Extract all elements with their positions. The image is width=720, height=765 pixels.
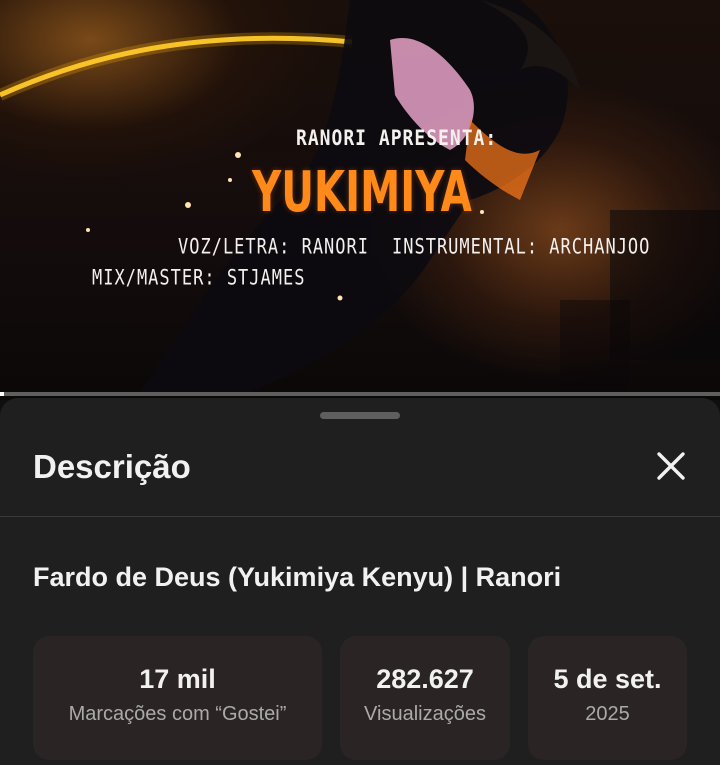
publish-year: 2025	[585, 703, 630, 725]
video-title: Fardo de Deus (Yukimiya Kenyu) | Ranori	[33, 562, 562, 592]
video-overlay-mix-master: MIX/MASTER: STJAMES	[92, 265, 306, 291]
likes-label: Marcações com “Gostei”	[68, 703, 287, 725]
video-overlay-voz-letra: VOZ/LETRA: RANORI	[178, 234, 369, 260]
video-player[interactable]: RANORI APRESENTA: YUKIMIYA VOZ/LETRA: RA…	[0, 0, 720, 400]
views-stat[interactable]: 282.627 Visualizações	[340, 636, 510, 760]
date-stat[interactable]: 5 de set. 2025	[528, 636, 687, 760]
likes-stat[interactable]: 17 mil Marcações com “Gostei”	[33, 636, 322, 760]
video-overlay-presents: RANORI APRESENTA:	[296, 125, 498, 152]
description-sheet: Descrição Fardo de Deus (Yukimiya Kenyu)…	[0, 398, 720, 765]
close-icon	[657, 452, 685, 480]
sheet-title: Descrição	[33, 448, 191, 485]
video-overlay-title: YUKIMIYA	[252, 160, 472, 225]
divider	[0, 516, 720, 517]
video-overlay-instrumental: INSTRUMENTAL: ARCHANJOO	[392, 234, 651, 260]
video-progress-fill	[0, 392, 4, 396]
publish-date: 5 de set.	[553, 664, 662, 694]
drag-handle[interactable]	[320, 412, 400, 419]
likes-count: 17 mil	[139, 664, 216, 694]
views-count: 282.627	[376, 664, 474, 694]
video-progress-bar[interactable]	[0, 392, 720, 396]
close-button[interactable]	[646, 446, 694, 490]
views-label: Visualizações	[364, 703, 486, 725]
